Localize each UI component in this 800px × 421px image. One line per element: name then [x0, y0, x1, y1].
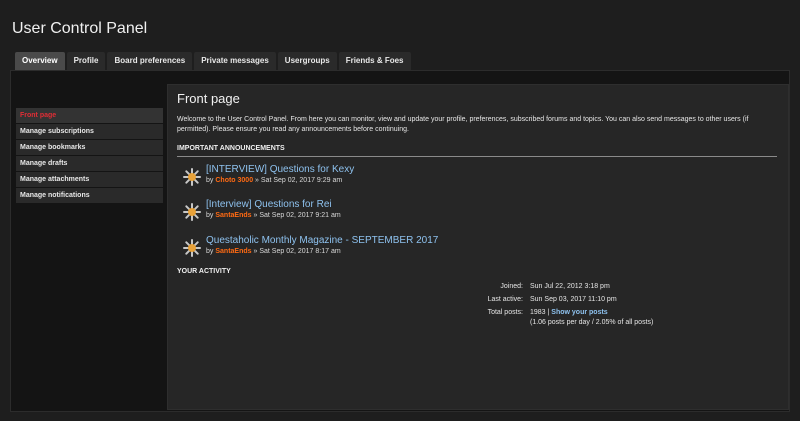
sidebar-item-front-page[interactable]: Front page — [16, 108, 163, 123]
author-link[interactable]: Choto 3000 — [215, 177, 253, 184]
tab-usergroups[interactable]: Usergroups — [277, 52, 337, 70]
by-label: by — [206, 248, 214, 255]
by-label: by — [206, 177, 214, 184]
star-announcement-icon — [183, 168, 201, 186]
joined-label: Joined: — [500, 283, 523, 290]
announcement-title-link[interactable]: [INTERVIEW] Questions for Kexy — [206, 164, 354, 175]
tab-profile[interactable]: Profile — [66, 52, 106, 70]
tab-friends-foes[interactable]: Friends & Foes — [338, 52, 411, 70]
tab-board-preferences[interactable]: Board preferences — [107, 52, 193, 70]
sidebar-item-manage-subscriptions[interactable]: Manage subscriptions — [16, 124, 163, 139]
sidebar-item-manage-drafts[interactable]: Manage drafts — [16, 156, 163, 171]
activity-heading: YOUR ACTIVITY — [177, 268, 231, 275]
welcome-text: Welcome to the User Control Panel. From … — [177, 116, 749, 133]
by-label: by — [206, 212, 214, 219]
star-announcement-icon — [183, 203, 201, 221]
section-heading: Front page — [177, 91, 240, 106]
posts-stats: (1.06 posts per day / 2.05% of all posts… — [530, 319, 654, 326]
sidebar-item-manage-attachments[interactable]: Manage attachments — [16, 172, 163, 187]
total-posts-count: 1983 — [530, 309, 546, 316]
tab-private-messages[interactable]: Private messages — [194, 52, 276, 70]
joined-value: Sun Jul 22, 2012 3:18 pm — [530, 283, 610, 290]
announcement-title-link[interactable]: Questaholic Monthly Magazine - SEPTEMBER… — [206, 235, 438, 246]
announcements-heading: IMPORTANT ANNOUNCEMENTS — [177, 145, 285, 152]
tab-overview[interactable]: Overview — [15, 52, 65, 70]
star-announcement-icon — [183, 239, 201, 257]
post-date: » Sat Sep 02, 2017 8:17 am — [253, 248, 341, 255]
last-active-value: Sun Sep 03, 2017 11:10 pm — [530, 296, 617, 303]
announcements-divider — [177, 156, 777, 157]
total-posts-value: 1983 | Show your posts (1.06 posts per d… — [530, 308, 653, 328]
tab-bar: Overview Profile Board preferences Priva… — [15, 52, 411, 70]
post-date: » Sat Sep 02, 2017 9:21 am — [253, 212, 341, 219]
announcement-meta: by Choto 3000 » Sat Sep 02, 2017 9:29 am — [206, 177, 342, 184]
author-link[interactable]: SantaEnds — [215, 248, 251, 255]
sidebar: Front page Manage subscriptions Manage b… — [16, 108, 163, 204]
sidebar-item-manage-notifications[interactable]: Manage notifications — [16, 188, 163, 203]
main-content: Front page Welcome to the User Control P… — [167, 84, 789, 410]
sidebar-item-manage-bookmarks[interactable]: Manage bookmarks — [16, 140, 163, 155]
last-active-label: Last active: — [487, 296, 523, 303]
announcement-title-link[interactable]: [Interview] Questions for Rei — [206, 199, 332, 210]
author-link[interactable]: SantaEnds — [215, 212, 251, 219]
total-posts-label: Total posts: — [487, 309, 523, 316]
show-your-posts-link[interactable]: Show your posts — [551, 309, 607, 316]
page-title: User Control Panel — [12, 20, 148, 37]
announcement-meta: by SantaEnds » Sat Sep 02, 2017 9:21 am — [206, 212, 341, 219]
announcement-meta: by SantaEnds » Sat Sep 02, 2017 8:17 am — [206, 248, 341, 255]
post-date: » Sat Sep 02, 2017 9:29 am — [255, 177, 343, 184]
